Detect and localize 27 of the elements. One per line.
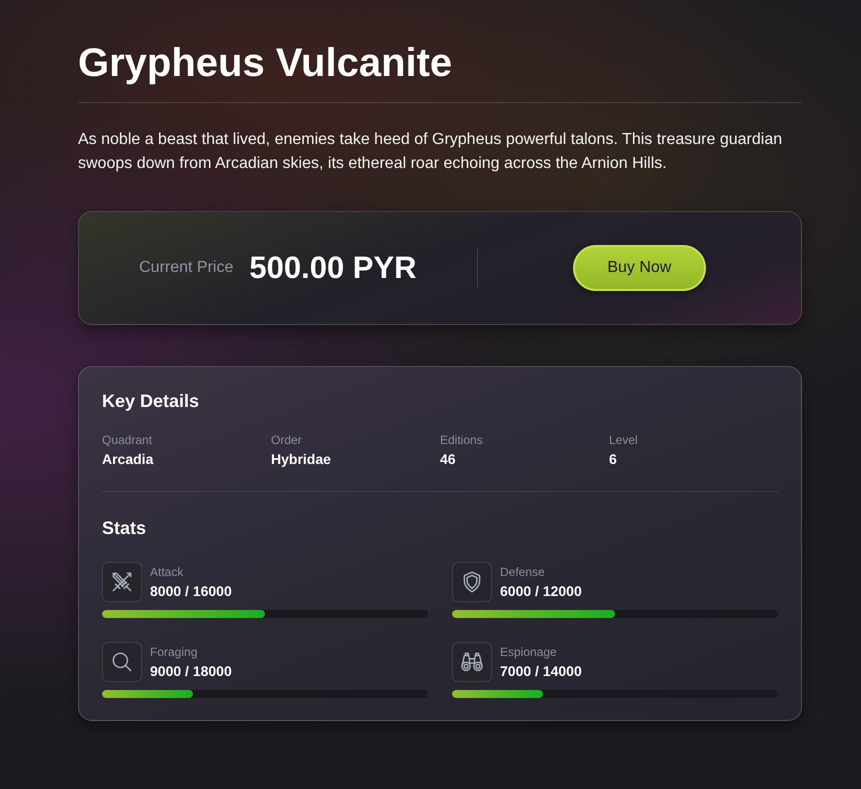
detail-value: Hybridae (271, 451, 332, 467)
item-description: As noble a beast that lived, enemies take heed of Grypheus powerful talons. This treasure guardian swoops down from Arcadian skies, its ethereal roar echoing across the Arnion Hills. (78, 130, 784, 174)
stat-value: 8000 / 16000 (150, 583, 232, 599)
detail-label: Level (609, 433, 639, 447)
stat-label: Attack (150, 565, 184, 579)
item-title: Grypheus Vulcanite (78, 40, 454, 87)
detail-value: Arcadia (102, 451, 154, 467)
detail-value: 46 (440, 451, 457, 467)
price-label: Current Price (139, 259, 234, 277)
section-heading: Key Details (102, 390, 200, 413)
crossed-swords-icon (102, 562, 142, 602)
stat-value: 7000 / 14000 (500, 663, 582, 679)
detail-value: 6 (609, 451, 618, 467)
search-icon (102, 642, 142, 682)
stat-label: Espionage (500, 645, 558, 659)
shield-icon (452, 562, 492, 602)
stat-label: Foraging (150, 645, 198, 659)
detail-label: Order (271, 433, 303, 447)
price-value: 500.00 PYR (249, 250, 417, 286)
stat-value: 6000 / 12000 (500, 583, 582, 599)
stat-value: 9000 / 18000 (150, 663, 232, 679)
section-heading: Stats (102, 517, 148, 540)
buy-now-button[interactable]: Buy Now (572, 245, 706, 291)
binoculars-icon (452, 642, 492, 682)
stat-label: Defense (500, 565, 546, 579)
detail-label: Editions (440, 433, 484, 447)
detail-label: Quadrant (102, 433, 154, 447)
